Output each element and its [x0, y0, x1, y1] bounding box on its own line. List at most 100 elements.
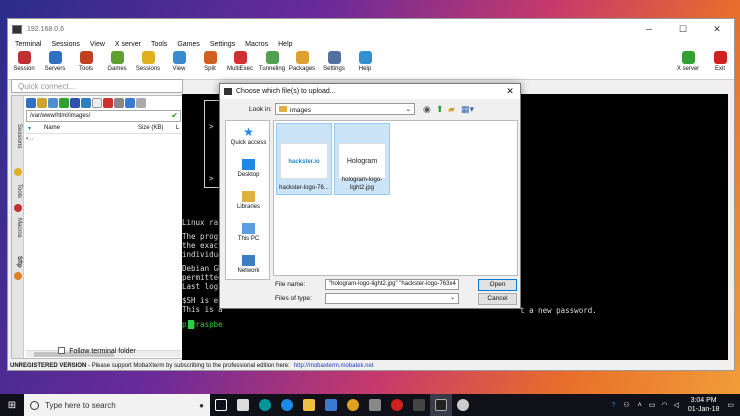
status-link[interactable]: http://mobaxterm.mobatek.net	[294, 363, 374, 369]
toolbar-button[interactable]: Exit	[704, 51, 734, 72]
help-icon[interactable]: ?	[611, 402, 615, 409]
rename-icon[interactable]	[114, 98, 124, 108]
place-libraries[interactable]: Libraries	[226, 191, 271, 210]
col-size[interactable]: Size (KB)	[138, 125, 163, 131]
toolbar-button[interactable]: Tunneling	[256, 51, 288, 72]
taskbar-search[interactable]: Type here to search ●	[24, 394, 210, 416]
minimize-button[interactable]: ─	[632, 24, 666, 35]
store-icon[interactable]	[232, 394, 254, 416]
quick-connect-input[interactable]: Quick connect...	[11, 79, 183, 93]
tab-macros[interactable]: Macros	[16, 218, 22, 238]
menu-item[interactable]: Sessions	[46, 39, 84, 50]
windows-start-icon[interactable]: ⊞	[0, 400, 24, 411]
toolbar-button[interactable]: Packages	[286, 51, 318, 72]
toolbar-button[interactable]: X server	[672, 51, 704, 72]
toolbar-icon	[203, 51, 217, 64]
tab-sftp[interactable]: Sftp	[16, 256, 22, 268]
search-icon[interactable]	[136, 98, 146, 108]
maximize-button[interactable]: ☐	[666, 24, 700, 35]
chevron-up-icon[interactable]: ˄	[638, 402, 642, 409]
file-explorer-icon[interactable]	[298, 394, 320, 416]
toolbar-button[interactable]: Split	[194, 51, 226, 72]
toolbar: Session Servers Tools Games Sessions View Spli…	[8, 50, 734, 80]
back-icon[interactable]: ◉	[423, 104, 431, 115]
home-icon[interactable]	[48, 98, 58, 108]
app-icon[interactable]	[452, 394, 474, 416]
open-button[interactable]: Open	[478, 279, 517, 291]
edge-icon[interactable]	[276, 394, 298, 416]
toolbar-button[interactable]: Settings	[318, 51, 350, 72]
tab-sessions[interactable]: Sessions	[16, 124, 22, 148]
view-menu-icon[interactable]: ▦▾	[461, 104, 474, 115]
follow-label: Follow terminal folder	[69, 348, 136, 355]
menu-item[interactable]: View	[85, 39, 110, 50]
place-desktop[interactable]: Desktop	[226, 159, 271, 178]
toolbar-button[interactable]: Servers	[39, 51, 71, 72]
opera-icon[interactable]	[386, 394, 408, 416]
wifi-icon[interactable]: ◠	[661, 401, 667, 409]
file-name-input[interactable]: "hologram-logo-light2.jpg" "hackster-log…	[325, 279, 459, 290]
follow-terminal-folder[interactable]: Follow terminal folder	[11, 345, 183, 359]
chrome-icon[interactable]	[342, 394, 364, 416]
new-folder-icon[interactable]: ▰	[448, 104, 455, 115]
status-bar: UNREGISTERED VERSION - Please support Mo…	[8, 361, 734, 370]
menu-item[interactable]: Help	[273, 39, 297, 50]
mobaxterm-taskbar-icon[interactable]	[430, 394, 452, 416]
toolbar-button[interactable]: MultiExec	[224, 51, 256, 72]
menu-item[interactable]: Macros	[240, 39, 273, 50]
sftp-path-input[interactable]: /var/www/html/images/ ✔	[26, 110, 181, 122]
toolbar-button[interactable]: View	[163, 51, 195, 72]
menu-item[interactable]: X server	[110, 39, 146, 50]
place-this-pc[interactable]: This PC	[226, 223, 271, 242]
toolbar-icon	[110, 51, 124, 64]
powershell-icon[interactable]	[408, 394, 430, 416]
upload-icon[interactable]	[81, 98, 91, 108]
new-file-icon[interactable]	[92, 98, 102, 108]
menu-item[interactable]: Settings	[205, 39, 240, 50]
list-item[interactable]: ▪ ..	[26, 136, 33, 142]
file-type-select[interactable]: ⌄	[325, 293, 459, 304]
check-icon[interactable]: ✔	[171, 111, 178, 120]
dialog-close-icon[interactable]: ✕	[500, 86, 520, 97]
refresh-icon[interactable]	[59, 98, 69, 108]
tab-tools[interactable]: Tools	[16, 184, 22, 198]
toolbar-icon	[141, 51, 155, 64]
clock[interactable]: 3:04 PM 01-Jan-18	[688, 396, 720, 414]
folder-icon[interactable]	[37, 98, 47, 108]
up-icon[interactable]: ⬆	[436, 104, 444, 115]
download-icon[interactable]	[70, 98, 80, 108]
app-icon[interactable]	[364, 394, 386, 416]
toolbar-button[interactable]: Session	[8, 51, 40, 72]
toolbar-button[interactable]: Tools	[70, 51, 102, 72]
up-folder-icon[interactable]	[26, 98, 36, 108]
file-item[interactable]: hackster.io hackster-logo-76...	[276, 123, 332, 195]
col-l[interactable]: L	[176, 125, 179, 131]
menu-item[interactable]: Tools	[146, 39, 172, 50]
col-name[interactable]: Name	[44, 125, 60, 131]
toolbar-button[interactable]: Sessions	[132, 51, 164, 72]
delete-icon[interactable]	[103, 98, 113, 108]
place-quick-access[interactable]: ★ Quick access	[226, 126, 271, 146]
close-button[interactable]: ✕	[700, 24, 734, 35]
battery-icon[interactable]: ▭	[649, 401, 656, 409]
menu-item[interactable]: Terminal	[10, 39, 46, 50]
notifications-icon[interactable]: ▭	[727, 401, 734, 409]
people-icon[interactable]: ⚇	[623, 401, 629, 409]
file-item[interactable]: Hologram hologram-logo-light2.jpg	[334, 123, 390, 195]
toolbar-icon	[48, 51, 62, 64]
place-network[interactable]: Network	[226, 255, 271, 274]
microphone-icon[interactable]: ●	[199, 401, 204, 410]
toolbar-button[interactable]: Games	[101, 51, 133, 72]
toolbar-button[interactable]: Help	[349, 51, 381, 72]
task-view-icon[interactable]	[210, 394, 232, 416]
checkbox[interactable]	[58, 347, 66, 354]
look-in-select[interactable]: images ⌄	[275, 103, 415, 115]
arduino-icon[interactable]	[254, 394, 276, 416]
menu-item[interactable]: Games	[172, 39, 205, 50]
view-icon[interactable]	[125, 98, 135, 108]
volume-icon[interactable]: ◁	[673, 401, 678, 409]
cancel-button[interactable]: Cancel	[478, 293, 517, 305]
search-placeholder: Type here to search	[45, 400, 116, 410]
mail-icon[interactable]	[320, 394, 342, 416]
toolbar-label: Session	[13, 66, 35, 72]
